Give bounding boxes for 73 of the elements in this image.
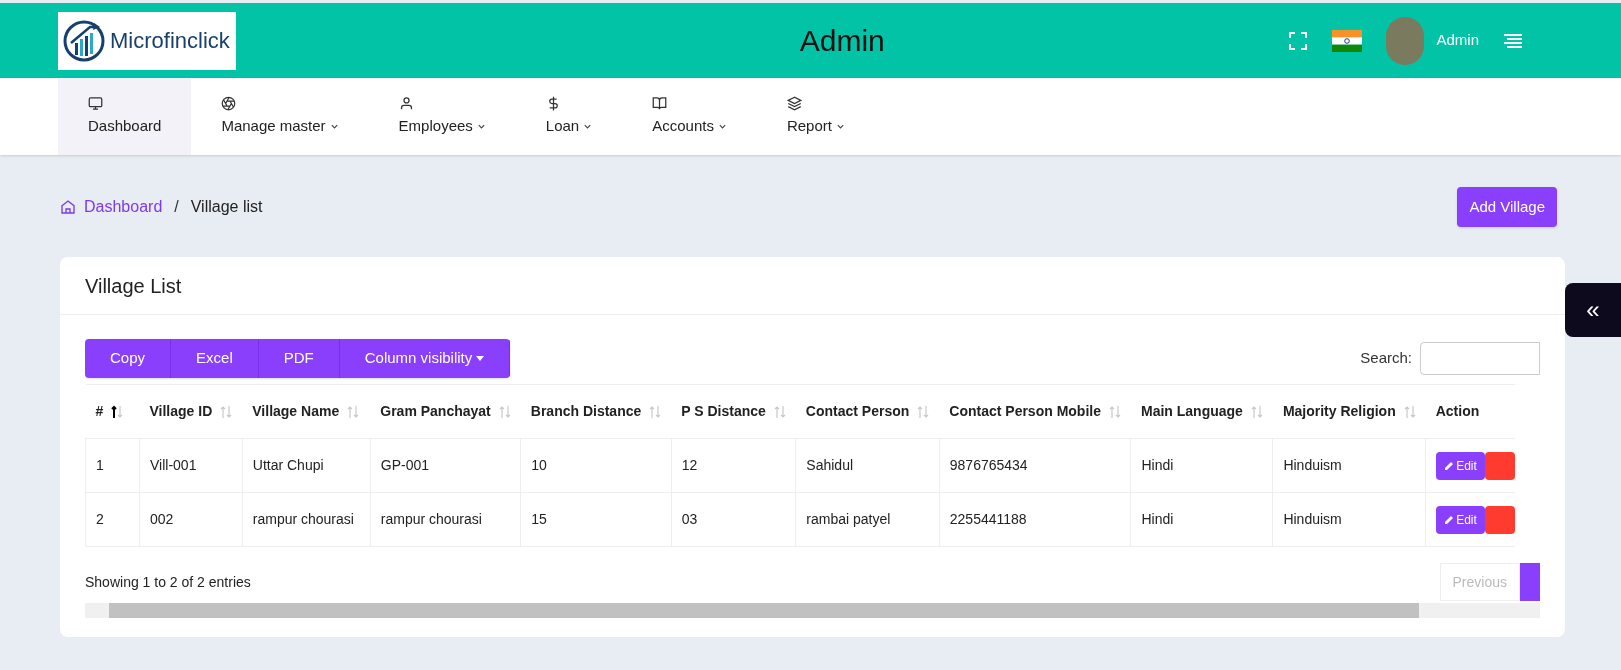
horizontal-scrollbar[interactable]: [85, 603, 1540, 618]
nav-item[interactable]: Manage master: [191, 78, 369, 155]
export-button[interactable]: Excel: [171, 339, 259, 378]
table-cell: Hinduism: [1272, 438, 1426, 493]
table-cell: 12: [671, 438, 796, 493]
table-cell: 03: [671, 492, 796, 547]
avatar[interactable]: [1386, 16, 1425, 65]
column-header[interactable]: Village Name: [242, 384, 371, 439]
search-field[interactable]: [1420, 342, 1540, 375]
add-village-button[interactable]: Add Village: [1457, 187, 1557, 227]
card-title: Village List: [85, 273, 182, 299]
table-cell: 9876765434: [939, 438, 1131, 493]
fullscreen-icon[interactable]: [1288, 30, 1309, 51]
delete-button[interactable]: [1484, 505, 1515, 534]
search-label: Search:: [1360, 348, 1412, 369]
nav-item[interactable]: Report: [756, 78, 875, 155]
nav-item[interactable]: Dashboard: [58, 78, 192, 155]
column-header[interactable]: Contact Person: [795, 384, 940, 439]
table-cell: 10: [520, 438, 672, 493]
table-cell: 2255441188: [939, 492, 1131, 547]
breadcrumb-separator: /: [173, 197, 180, 217]
chart-logo-icon: [62, 18, 106, 63]
menu-icon[interactable]: [1503, 32, 1523, 49]
table-cell: 15: [520, 492, 672, 547]
nav-item[interactable]: Loan: [515, 78, 623, 155]
column-header[interactable]: P S Distance: [671, 384, 796, 439]
delete-button[interactable]: [1484, 451, 1515, 480]
table-cell: 002: [139, 492, 243, 547]
table-cell: rampur chourasi: [242, 492, 371, 547]
breadcrumb-link[interactable]: Dashboard: [84, 195, 163, 219]
page-title: Admin: [799, 23, 885, 59]
table-cell: Sahidul: [795, 438, 940, 493]
column-header[interactable]: #: [85, 384, 140, 439]
table-cell: Uttar Chupi: [242, 438, 371, 493]
export-button[interactable]: Column visibility: [339, 339, 511, 378]
sidebar-toggle-button[interactable]: «: [1565, 283, 1621, 337]
column-header[interactable]: Gram Panchayat: [370, 384, 521, 439]
aperture-icon: [221, 95, 237, 111]
logo-text: Microfinclick: [110, 27, 230, 55]
table-cell: 2: [85, 492, 140, 547]
nav-item[interactable]: Accounts: [622, 78, 757, 155]
pencil-icon: [1444, 460, 1455, 471]
table-cell: rampur chourasi: [370, 492, 521, 547]
flag-icon[interactable]: [1332, 29, 1363, 52]
nav-item[interactable]: Employees: [368, 78, 516, 155]
table-cell: Hindi: [1131, 438, 1273, 493]
edit-button[interactable]: Edit: [1436, 505, 1485, 534]
table-cell: rambai patyel: [795, 492, 940, 547]
monitor-icon: [88, 95, 103, 111]
table-cell: Hinduism: [1272, 492, 1426, 547]
column-header: Action: [1425, 384, 1515, 439]
column-header[interactable]: Contact Person Mobile: [939, 384, 1131, 439]
column-header[interactable]: Majority Religion: [1272, 384, 1426, 439]
entries-info: Showing 1 to 2 of 2 entries: [85, 572, 251, 592]
column-header[interactable]: Village ID: [139, 384, 243, 439]
sort-icon[interactable]: [111, 405, 124, 420]
column-header[interactable]: Branch Distance: [520, 384, 672, 439]
export-button[interactable]: Copy: [85, 339, 172, 378]
layers-icon: [786, 95, 802, 111]
table-cell: GP-001: [370, 438, 521, 493]
table-cell: 1: [85, 438, 140, 493]
logo[interactable]: Microfinclick: [58, 11, 236, 70]
export-button[interactable]: PDF: [258, 339, 340, 378]
pencil-icon: [1444, 514, 1455, 525]
book-icon: [652, 95, 668, 111]
breadcrumb-current: Village list: [190, 197, 263, 217]
table-cell: Hindi: [1131, 492, 1273, 547]
table-cell: Vill-001: [139, 438, 243, 493]
column-header[interactable]: Main Language: [1131, 384, 1273, 439]
edit-button[interactable]: Edit: [1436, 451, 1485, 480]
user-icon: [398, 95, 414, 111]
page-button[interactable]: [1520, 563, 1540, 601]
home-icon: [60, 199, 76, 215]
